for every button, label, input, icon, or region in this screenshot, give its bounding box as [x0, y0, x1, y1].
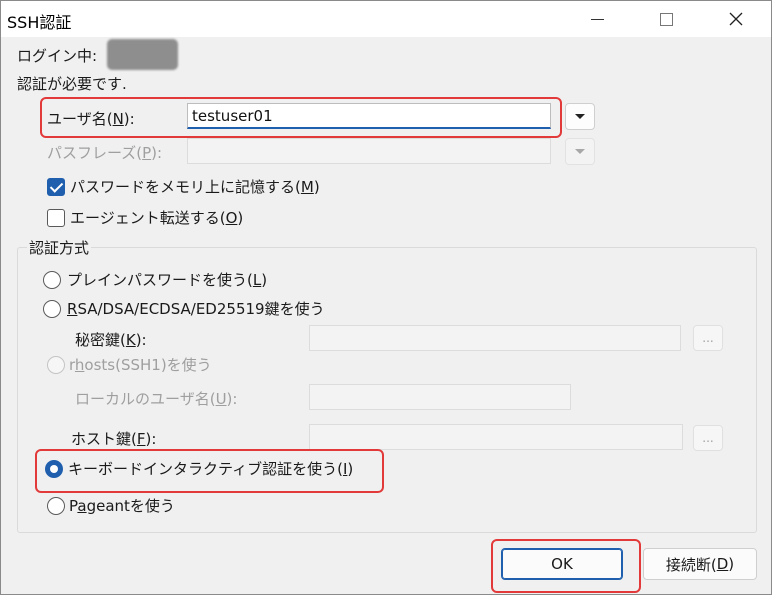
pageant-label[interactable]: Pageantを使う: [69, 495, 175, 516]
ok-button[interactable]: OK: [501, 548, 623, 580]
rsa-key-label[interactable]: RSA/DSA/ECDSA/ED25519鍵を使う: [67, 298, 325, 319]
logged-in-label: ログイン中:: [17, 47, 98, 65]
rhosts-label[interactable]: rhosts(SSH1)を使う: [69, 354, 212, 375]
minimize-icon: [590, 18, 604, 20]
agent-forward-label[interactable]: エージェント転送する(O): [70, 207, 243, 228]
chevron-down-icon: [575, 149, 585, 154]
plain-password-label[interactable]: プレインパスワードを使う(L): [67, 269, 267, 290]
window-title: SSH認証: [7, 13, 72, 32]
username-input[interactable]: [187, 103, 551, 129]
passphrase-input[interactable]: [187, 138, 551, 164]
close-icon: [729, 12, 743, 26]
redacted-hostname: [107, 39, 178, 70]
plain-password-radio[interactable]: [43, 271, 61, 289]
rsa-key-radio[interactable]: [43, 300, 61, 318]
minimize-button[interactable]: [574, 1, 620, 37]
private-key-input[interactable]: [309, 325, 681, 351]
auth-required-text: 認証が必要です.: [17, 75, 127, 93]
close-button[interactable]: [713, 1, 759, 37]
host-key-browse-button[interactable]: ...: [693, 425, 723, 451]
disconnect-button[interactable]: 接続断(D): [643, 548, 757, 580]
keyboard-interactive-label[interactable]: キーボードインタラクティブ認証を使う(I): [68, 458, 353, 479]
pageant-radio[interactable]: [47, 497, 65, 515]
chevron-down-icon: [575, 114, 585, 119]
rhosts-radio[interactable]: [47, 356, 65, 374]
host-key-input[interactable]: [309, 424, 683, 450]
ssh-auth-dialog: SSH認証 ログイン中: 認証が必要です. ユーザ名(N): パスフレーズ(P)…: [0, 0, 772, 595]
maximize-button[interactable]: [643, 1, 689, 37]
passphrase-label: パスフレーズ(P):: [47, 144, 163, 162]
username-label: ユーザ名(N):: [47, 110, 135, 128]
passphrase-dropdown-button[interactable]: [565, 138, 595, 165]
title-bar: SSH認証: [1, 1, 771, 37]
local-username-label: ローカルのユーザ名(U):: [75, 390, 238, 408]
host-key-label: ホスト鍵(F):: [71, 430, 157, 448]
private-key-browse-button[interactable]: ...: [693, 325, 723, 351]
keyboard-interactive-radio[interactable]: [45, 460, 63, 478]
auth-method-title: 認証方式: [27, 237, 92, 258]
maximize-icon: [659, 12, 673, 26]
remember-password-label[interactable]: パスワードをメモリ上に記憶する(M): [70, 176, 320, 197]
agent-forward-checkbox[interactable]: [47, 209, 65, 227]
username-dropdown-button[interactable]: [565, 103, 595, 130]
local-username-input[interactable]: [309, 384, 571, 410]
private-key-label: 秘密鍵(K):: [75, 331, 147, 349]
remember-password-checkbox[interactable]: [47, 178, 65, 196]
